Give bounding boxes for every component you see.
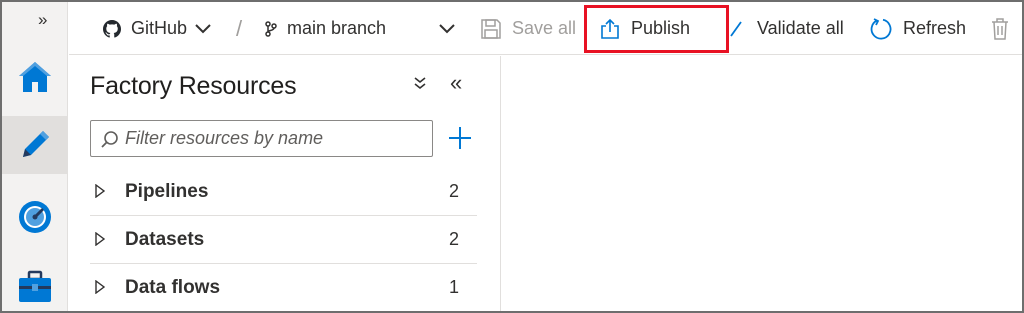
delete-button[interactable]: [990, 2, 1010, 55]
validate-all-label: Validate all: [757, 18, 844, 38]
resource-label: Pipelines: [125, 180, 209, 202]
toolbar-separator: /: [236, 15, 243, 41]
refresh-label: Refresh: [903, 18, 967, 38]
double-chevron-down-icon: [414, 77, 426, 90]
repo-label: GitHub: [131, 18, 188, 38]
branch-icon: [265, 20, 277, 37]
main-canvas: [502, 56, 1022, 311]
upload-icon: [599, 18, 621, 40]
pencil-icon: [23, 131, 49, 157]
save-all-label: Save all: [512, 18, 577, 38]
activity-rail: »: [2, 2, 68, 311]
resource-count: 1: [448, 277, 459, 297]
resource-count: 2: [448, 229, 459, 249]
rail-collapse-button[interactable]: »: [38, 10, 47, 30]
resource-count: 2: [448, 181, 459, 201]
search-icon: [101, 130, 119, 148]
refresh-icon: [869, 17, 893, 41]
caret-right-icon: [95, 232, 105, 246]
add-resource-button[interactable]: [445, 122, 475, 154]
resource-item-datasets[interactable]: Datasets 2: [90, 216, 477, 264]
home-icon: [19, 62, 51, 92]
branch-dropdown[interactable]: main branch: [265, 2, 386, 55]
branch-chevron-button[interactable]: [439, 2, 455, 55]
branch-label: main branch: [287, 18, 387, 38]
github-icon: [103, 19, 121, 38]
save-icon: [480, 18, 502, 40]
panel-title: Factory Resources: [90, 72, 297, 100]
expand-all-button[interactable]: [413, 76, 427, 95]
publish-label: Publish: [631, 18, 691, 38]
repo-dropdown[interactable]: GitHub: [103, 2, 211, 55]
resource-list: Pipelines 2 Datasets 2 Data flows 1: [90, 168, 477, 311]
chevron-down-icon: [195, 23, 211, 34]
gauge-icon: [19, 201, 51, 233]
rail-item-home[interactable]: [2, 48, 68, 106]
checkmark-icon: [729, 20, 743, 38]
validate-all-button[interactable]: Validate all: [729, 2, 844, 55]
chevron-down-icon: [439, 23, 455, 34]
collapse-panel-button[interactable]: «: [450, 70, 462, 96]
refresh-button[interactable]: Refresh: [869, 2, 966, 55]
save-all-button[interactable]: Save all: [480, 2, 576, 55]
rail-item-manage[interactable]: [2, 258, 68, 311]
resource-label: Data flows: [125, 276, 221, 298]
caret-right-icon: [95, 280, 105, 294]
toolbox-icon: [19, 270, 51, 302]
resource-item-pipelines[interactable]: Pipelines 2: [90, 168, 477, 216]
top-toolbar: GitHub / main branch Save all Publish Va…: [69, 2, 1022, 55]
trash-icon: [990, 17, 1010, 41]
resource-label: Datasets: [125, 228, 205, 250]
rail-item-author[interactable]: [2, 116, 68, 174]
app-frame: » GitHub / main branch Save all Publish …: [0, 0, 1024, 313]
factory-resources-panel: Factory Resources « Pipeline: [69, 56, 501, 311]
caret-right-icon: [95, 184, 105, 198]
rail-item-monitor[interactable]: [2, 188, 68, 246]
publish-button[interactable]: Publish: [599, 2, 690, 55]
plus-icon: [449, 127, 471, 149]
resource-item-data-flows[interactable]: Data flows 1: [90, 264, 477, 311]
search-input[interactable]: [125, 128, 415, 149]
search-box[interactable]: [90, 120, 433, 157]
